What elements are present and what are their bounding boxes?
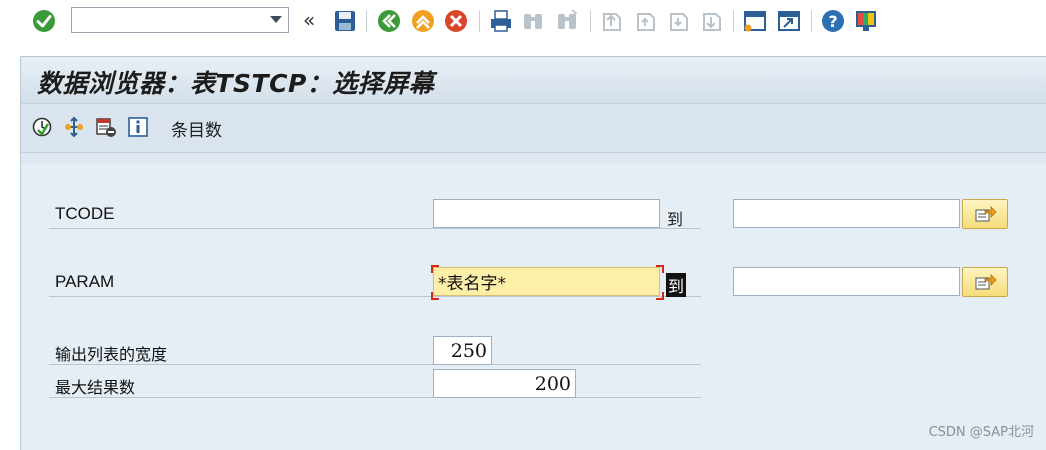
output-width-input[interactable] bbox=[434, 337, 491, 364]
find-next-icon bbox=[554, 8, 580, 34]
command-input[interactable] bbox=[76, 9, 270, 33]
tcode-to-input[interactable] bbox=[734, 200, 959, 227]
exit-icon[interactable] bbox=[410, 8, 436, 34]
application-toolbar: 条目数 bbox=[21, 104, 1046, 153]
cancel-icon[interactable] bbox=[443, 8, 469, 34]
selection-options-icon[interactable] bbox=[63, 116, 85, 138]
delete-selection-icon[interactable] bbox=[95, 116, 117, 138]
selection-area: TCODE 到 PARAM 到 输出列表的宽度 bbox=[21, 164, 1046, 450]
back-icon[interactable] bbox=[376, 8, 402, 34]
row-divider bbox=[49, 397, 701, 398]
tcode-multiple-selection-button[interactable] bbox=[962, 199, 1008, 229]
multiple-selection-icon bbox=[975, 274, 997, 290]
command-field[interactable] bbox=[71, 7, 289, 33]
info-icon[interactable] bbox=[127, 116, 149, 138]
collapse-icon[interactable]: « bbox=[303, 9, 315, 31]
chevron-down-icon[interactable] bbox=[270, 16, 282, 23]
tcode-from-input[interactable] bbox=[434, 200, 659, 227]
save-icon[interactable] bbox=[332, 8, 358, 34]
next-page-icon bbox=[665, 8, 691, 34]
output-width-label: 输出列表的宽度 bbox=[55, 345, 168, 364]
main-panel: 数据浏览器：表TSTCP：选择屏幕 条目数 TCODE 到 PARAM *表名字… bbox=[20, 56, 1046, 450]
param-multiple-selection-button[interactable] bbox=[962, 267, 1008, 297]
help-icon[interactable]: ? bbox=[820, 8, 846, 34]
title-bar: 数据浏览器：表TSTCP：选择屏幕 bbox=[21, 57, 1046, 104]
param-from-input[interactable] bbox=[434, 268, 659, 295]
param-to-input[interactable] bbox=[734, 268, 959, 295]
tcode-to-label: 到 bbox=[667, 210, 684, 229]
number-of-entries-button[interactable]: 条目数 bbox=[171, 116, 222, 141]
find-icon bbox=[520, 8, 546, 34]
focus-corner bbox=[656, 265, 664, 273]
svg-text:?: ? bbox=[828, 12, 837, 31]
watermark: CSDN @SAP北河 bbox=[928, 425, 1034, 440]
system-toolbar: « ? bbox=[0, 0, 1046, 46]
last-page-icon bbox=[698, 8, 724, 34]
row-divider bbox=[49, 228, 701, 229]
print-icon[interactable] bbox=[488, 8, 514, 34]
row-divider bbox=[49, 296, 701, 297]
prev-page-icon bbox=[632, 8, 658, 34]
row-divider bbox=[49, 364, 701, 365]
first-page-icon bbox=[598, 8, 624, 34]
max-hits-label: 最大结果数 bbox=[55, 378, 136, 397]
param-to-field[interactable] bbox=[733, 267, 960, 296]
tcode-label: TCODE bbox=[55, 204, 115, 223]
tcode-to-field[interactable] bbox=[733, 199, 960, 228]
output-width-field[interactable] bbox=[433, 336, 492, 365]
max-hits-input[interactable] bbox=[434, 370, 575, 397]
execute-icon[interactable] bbox=[31, 116, 53, 138]
param-from-field[interactable] bbox=[433, 267, 660, 296]
max-hits-field[interactable] bbox=[433, 369, 576, 398]
param-label: PARAM bbox=[55, 272, 115, 291]
tcode-from-field[interactable] bbox=[433, 199, 660, 228]
focus-corner bbox=[656, 292, 664, 300]
focus-corner bbox=[431, 292, 439, 300]
enter-icon[interactable] bbox=[31, 8, 57, 34]
customize-layout-icon[interactable] bbox=[853, 8, 879, 34]
shortcut-icon[interactable] bbox=[776, 8, 802, 34]
param-to-label: 到 bbox=[666, 273, 687, 297]
focus-corner bbox=[431, 265, 439, 273]
new-session-icon[interactable] bbox=[742, 8, 768, 34]
multiple-selection-icon bbox=[975, 206, 997, 222]
screen-title: 数据浏览器：表TSTCP：选择屏幕 bbox=[37, 69, 435, 98]
